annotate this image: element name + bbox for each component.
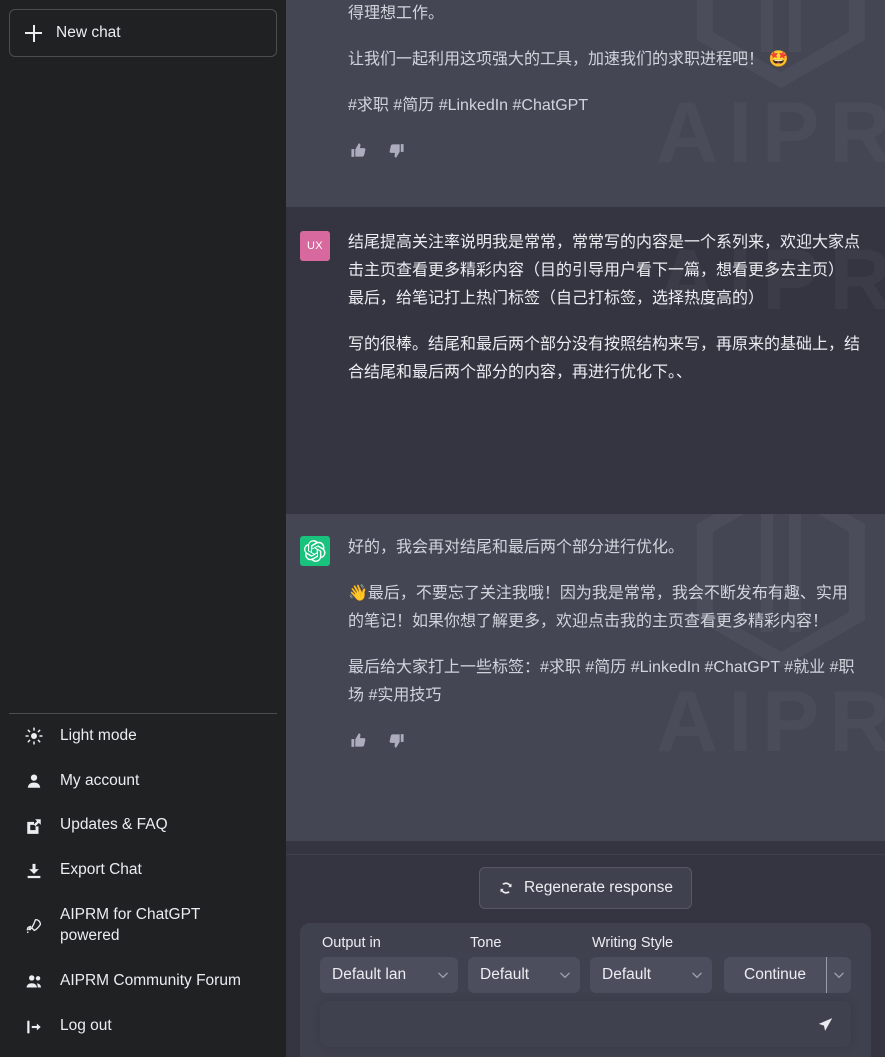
chevron-down-icon	[832, 968, 846, 982]
logout-icon	[24, 1017, 44, 1037]
composer-container	[320, 993, 851, 1057]
avatar: UX	[300, 231, 330, 261]
bottom-bar: Regenerate response Output in Default la…	[286, 854, 885, 1057]
avatar	[300, 536, 330, 566]
thumbs-up-icon[interactable]	[348, 730, 368, 750]
message-text: 好的，我会再对结尾和最后两个部分进行优化。 👋最后，不要忘了关注我哦！因为我是常…	[348, 534, 863, 750]
paragraph: 得理想工作。	[348, 0, 863, 28]
new-chat-label: New chat	[56, 24, 121, 42]
new-chat-button[interactable]: New chat	[9, 9, 277, 57]
paragraph: 好的，我会再对结尾和最后两个部分进行优化。	[348, 534, 863, 562]
writing-style-select[interactable]: Default	[590, 957, 712, 993]
paragraph: 👋最后，不要忘了关注我哦！因为我是常常，我会不断发布有趣、实用的笔记！如果你想了…	[348, 580, 863, 636]
message-text: 得理想工作。 让我们一起利用这项强大的工具，加速我们的求职进程吧！ 🤩 #求职 …	[348, 0, 863, 160]
select-value: Default	[602, 966, 651, 984]
sidebar-item-aiprm-powered[interactable]: AIPRM for ChatGPT powered	[9, 893, 277, 959]
regenerate-row: Regenerate response	[286, 855, 885, 923]
paragraph: 最后给大家打上一些标签：#求职 #简历 #LinkedIn #ChatGPT #…	[348, 654, 863, 710]
sidebar-item-label: Light mode	[60, 726, 262, 747]
message-content-row: 好的，我会再对结尾和最后两个部分进行优化。 👋最后，不要忘了关注我哦！因为我是常…	[286, 514, 885, 770]
chevron-down-icon	[558, 968, 572, 982]
sidebar-item-export-chat[interactable]: Export Chat	[9, 848, 277, 893]
sidebar-item-label: Export Chat	[60, 860, 262, 881]
paragraph: 写的很棒。结尾和最后两个部分没有按照结构来写，再原来的基础上，结合结尾和最后两个…	[348, 331, 863, 387]
message-text: 结尾提高关注率说明我是常常，常常写的内容是一个系列来，欢迎大家点击主页查看更多精…	[348, 229, 863, 387]
paragraph: 让我们一起利用这项强大的工具，加速我们的求职进程吧！ 🤩	[348, 46, 863, 74]
sun-icon	[24, 726, 44, 746]
thumbs-down-icon[interactable]	[386, 140, 406, 160]
controls-row: Output in Default lan Tone Default	[320, 935, 851, 993]
select-value: Default	[480, 966, 529, 984]
openai-logo-icon	[304, 540, 326, 562]
continue-label: Continue	[744, 966, 806, 984]
output-language-select[interactable]: Default lan	[320, 957, 458, 993]
sidebar-item-updates-faq[interactable]: Updates & FAQ	[9, 803, 277, 848]
conversation-history-list	[0, 57, 286, 713]
rocket-icon	[24, 916, 44, 936]
conversation-thread: AIPRM 得理想工作。 让我们一起利用这项强大的工具，加速我们的求职进程吧！ …	[286, 0, 885, 854]
feedback-buttons	[348, 140, 863, 160]
control-writing-style: Writing Style Default	[590, 935, 712, 993]
paragraph: #求职 #简历 #LinkedIn #ChatGPT	[348, 92, 863, 120]
external-link-icon	[24, 816, 44, 836]
control-label: Tone	[468, 935, 580, 951]
message-user-1: AIPRM UX 结尾提高关注率说明我是常常，常常写的内容是一个系列来，欢迎大家…	[286, 207, 885, 514]
control-tone: Tone Default	[468, 935, 580, 993]
continue-button[interactable]: Continue	[724, 957, 827, 993]
message-assistant-2: AIPRM 好的，我会再对结尾和最后两个部分进行优化。 👋最后，不要忘了关注我哦…	[286, 514, 885, 841]
sidebar-item-label: My account	[60, 771, 262, 792]
refresh-icon	[498, 880, 514, 896]
regenerate-response-button[interactable]: Regenerate response	[479, 867, 692, 909]
sidebar-item-label: Updates & FAQ	[60, 815, 262, 836]
download-icon	[24, 861, 44, 881]
continue-dropdown-button[interactable]	[827, 957, 851, 993]
paragraph: 最后，给笔记打上热门标签（自己打标签，选择热度高的）	[348, 285, 863, 313]
sidebar-item-my-account[interactable]: My account	[9, 759, 277, 804]
select-value: Default lan	[332, 966, 406, 984]
main-content: AIPRM 得理想工作。 让我们一起利用这项强大的工具，加速我们的求职进程吧！ …	[286, 0, 885, 1057]
paragraph: 结尾提高关注率说明我是常常，常常写的内容是一个系列来，欢迎大家点击主页查看更多精…	[348, 229, 863, 285]
people-icon	[24, 972, 44, 992]
feedback-buttons	[348, 730, 863, 750]
message-assistant-1: AIPRM 得理想工作。 让我们一起利用这项强大的工具，加速我们的求职进程吧！ …	[286, 0, 885, 207]
tone-select[interactable]: Default	[468, 957, 580, 993]
person-icon	[24, 771, 44, 791]
aiprm-controls-panel: Output in Default lan Tone Default	[300, 923, 871, 1057]
chevron-down-icon	[436, 968, 450, 982]
send-icon[interactable]	[813, 1012, 837, 1036]
composer	[320, 1001, 851, 1047]
chevron-down-icon	[690, 968, 704, 982]
sidebar-bottom-menu: Light mode My account	[0, 714, 286, 1057]
chat-input[interactable]	[336, 1001, 813, 1047]
sidebar-item-light-mode[interactable]: Light mode	[9, 714, 277, 759]
sidebar: New chat	[0, 0, 286, 1057]
plus-icon	[25, 25, 42, 42]
message-content-row: 得理想工作。 让我们一起利用这项强大的工具，加速我们的求职进程吧！ 🤩 #求职 …	[286, 0, 885, 180]
control-output-language: Output in Default lan	[320, 935, 458, 993]
control-label: Writing Style	[590, 935, 712, 951]
regenerate-label: Regenerate response	[524, 879, 673, 897]
sidebar-item-label: AIPRM Community Forum	[60, 971, 262, 992]
sidebar-item-aiprm-forum[interactable]: AIPRM Community Forum	[9, 959, 277, 1004]
message-content-row: UX 结尾提高关注率说明我是常常，常常写的内容是一个系列来，欢迎大家点击主页查看…	[286, 207, 885, 407]
continue-button-group: Continue	[724, 957, 851, 993]
chatgpt-app: New chat	[0, 0, 885, 1057]
sidebar-item-label: Log out	[60, 1016, 262, 1037]
control-label: Output in	[320, 935, 458, 951]
new-chat-container: New chat	[0, 0, 286, 57]
thumbs-down-icon[interactable]	[386, 730, 406, 750]
sidebar-item-label: AIPRM for ChatGPT powered	[60, 905, 262, 947]
sidebar-item-log-out[interactable]: Log out	[9, 1004, 277, 1049]
thumbs-up-icon[interactable]	[348, 140, 368, 160]
avatar-initials: UX	[307, 240, 323, 252]
